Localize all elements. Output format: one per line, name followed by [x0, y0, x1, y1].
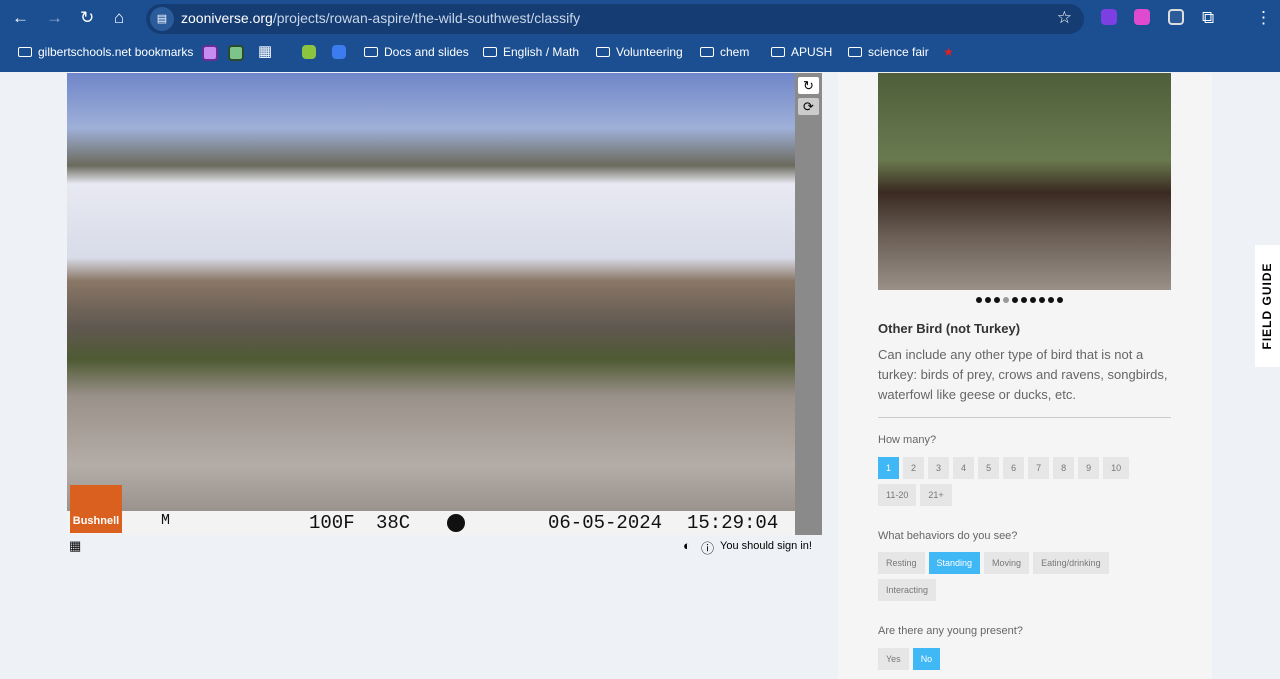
bookmark-star-icon[interactable]: ☆ [1057, 8, 1072, 28]
bookmark-icon[interactable] [228, 45, 244, 61]
answer-option[interactable]: Standing [928, 552, 981, 574]
answer-option[interactable]: Eating/drinking [1033, 552, 1109, 574]
carousel-dot[interactable] [1021, 297, 1027, 303]
bookmark-folder[interactable]: science fair [848, 45, 929, 59]
url-host: zooniverse.org [181, 10, 273, 26]
carousel-dot[interactable] [976, 297, 982, 303]
answer-option[interactable]: Interacting [878, 579, 937, 601]
bookmark-folder[interactable]: Docs and slides [364, 45, 469, 59]
answer-option[interactable]: 6 [1003, 457, 1025, 479]
image-toolbar: ↻ ⟳ [795, 73, 822, 535]
extensions-puzzle-icon[interactable]: ⧉ [1202, 8, 1214, 28]
bookmark-star-icon[interactable]: ★ [943, 45, 954, 59]
bookmark-icon[interactable] [202, 45, 218, 61]
answer-option[interactable]: 7 [1028, 457, 1050, 479]
answer-option[interactable]: Yes [878, 648, 909, 670]
answer-option[interactable]: 8 [1053, 457, 1075, 479]
bookmark-folder[interactable]: APUSH [771, 45, 832, 59]
carousel-dot[interactable] [1012, 297, 1018, 303]
carousel-dot[interactable] [1003, 297, 1009, 303]
info-icon[interactable]: ⓘ [701, 538, 714, 557]
field-guide-description: Can include any other type of bird that … [878, 347, 1168, 402]
reload-icon[interactable]: ↻ [80, 8, 94, 28]
image-carousel-dots [976, 297, 1063, 303]
question-behaviors: What behaviors do you see? [878, 530, 1018, 542]
young-options: Yes No [878, 648, 1178, 670]
moon-phase-icon [447, 514, 465, 532]
carousel-dot[interactable] [1048, 297, 1054, 303]
rotate-icon[interactable]: ⟳ [798, 98, 819, 115]
question-young: Are there any young present? [878, 625, 1023, 637]
apps-grid-icon[interactable]: ▦ [258, 42, 272, 60]
answer-option[interactable]: Resting [878, 552, 925, 574]
carousel-dot[interactable] [1039, 297, 1045, 303]
sign-in-message[interactable]: You should sign in! [720, 540, 812, 552]
field-guide-tab[interactable]: FIELD GUIDE [1255, 245, 1280, 367]
field-guide-image [878, 73, 1171, 290]
temperature-c: 38C [376, 512, 411, 534]
behavior-options: Resting Standing Moving Eating/drinking Inte… [878, 552, 1138, 601]
carousel-dot[interactable] [985, 297, 991, 303]
home-icon[interactable]: ⌂ [114, 8, 124, 28]
answer-option[interactable]: 21+ [920, 484, 952, 506]
field-guide-panel: Other Bird (not Turkey) Can include any … [838, 73, 1212, 679]
capture-date: 06-05-2024 [548, 512, 663, 534]
forward-icon[interactable]: → [46, 8, 63, 28]
answer-option[interactable]: No [912, 648, 941, 670]
divider [878, 417, 1171, 418]
temperature-f: 100F [309, 512, 355, 534]
site-info-icon[interactable]: ▤ [150, 7, 174, 31]
reset-icon[interactable]: ↻ [798, 77, 819, 94]
subject-image[interactable]: M 100F 38C 06-05-2024 15:29:04 Bushnell [67, 73, 795, 535]
answer-option[interactable]: 4 [953, 457, 975, 479]
bookmark-folder[interactable]: Volunteering [596, 45, 683, 59]
camera-info-bar: M 100F 38C 06-05-2024 15:29:04 [67, 511, 795, 535]
url-path: /projects/rowan-aspire/the-wild-southwes… [272, 10, 581, 26]
bushnell-logo: Bushnell [70, 485, 122, 533]
how-many-options: 1 2 3 4 5 6 7 8 9 10 11-20 21+ [878, 457, 1168, 506]
answer-option[interactable]: 10 [1103, 457, 1130, 479]
extension-icon[interactable] [1134, 9, 1150, 25]
address-bar[interactable]: ▤ zooniverse.org/projects/rowan-aspire/t… [146, 4, 1084, 34]
carousel-dot[interactable] [1057, 297, 1063, 303]
answer-option[interactable]: 3 [928, 457, 950, 479]
answer-option[interactable]: Moving [984, 552, 1030, 574]
answer-option[interactable]: 11-20 [878, 484, 917, 506]
camera-mode: M [161, 512, 171, 529]
field-guide-title: Other Bird (not Turkey) [878, 321, 1021, 336]
capture-time: 15:29:04 [687, 512, 779, 534]
menu-kebab-icon[interactable]: ⋮ [1255, 8, 1272, 28]
answer-option[interactable]: 9 [1078, 457, 1100, 479]
contrast-icon[interactable]: ◐ [683, 538, 691, 553]
extension-k-icon[interactable] [1101, 9, 1117, 25]
extension-icon[interactable] [1168, 9, 1184, 25]
bookmark-icon[interactable] [332, 45, 346, 59]
back-icon[interactable]: ← [12, 8, 29, 28]
carousel-dot[interactable] [994, 297, 1000, 303]
answer-option[interactable]: 2 [903, 457, 925, 479]
browser-toolbar: ← → ↻ ⌂ ▤ zooniverse.org/projects/rowan-… [0, 0, 1280, 72]
answer-option[interactable]: 1 [878, 457, 900, 479]
carousel-dot[interactable] [1030, 297, 1036, 303]
bookmark-folder[interactable]: English / Math [483, 45, 579, 59]
grid-icon[interactable]: ▦ [69, 538, 81, 554]
bookmark-folder[interactable]: chem [700, 45, 749, 59]
answer-option[interactable]: 5 [978, 457, 1000, 479]
question-how-many: How many? [878, 434, 937, 446]
bookmark-folder[interactable]: gilbertschools.net bookmarks [18, 45, 193, 59]
bookmark-icon[interactable] [302, 45, 316, 59]
